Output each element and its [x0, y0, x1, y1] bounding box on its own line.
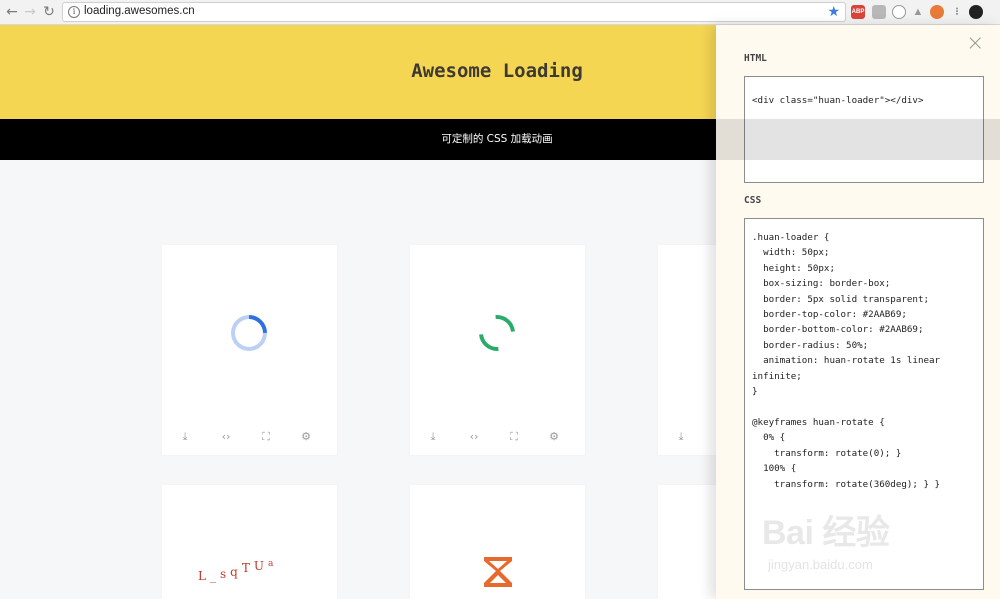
watermark-logo-text: Bai 经验	[762, 514, 890, 552]
blue-ring-spinner	[223, 307, 275, 359]
extension-circle-icon[interactable]	[892, 5, 906, 19]
download-icon[interactable]: ⤓	[425, 429, 441, 445]
forward-icon[interactable]: →	[22, 3, 38, 21]
address-bar[interactable]: i loading.awesomes.cn ★	[62, 2, 846, 22]
html-label: HTML	[744, 53, 767, 64]
settings-icon[interactable]: ⚙	[298, 429, 314, 445]
extension-orange-icon[interactable]	[930, 5, 944, 19]
download-icon[interactable]: ⤓	[673, 429, 689, 445]
panel-shade-band	[716, 119, 1000, 160]
css-label: CSS	[744, 195, 762, 206]
adblock-plus-icon[interactable]: ABP	[851, 5, 865, 19]
url-text[interactable]: loading.awesomes.cn	[84, 5, 195, 17]
loader-card[interactable]: L_sqTUa	[162, 485, 337, 599]
loader-card[interactable]	[410, 485, 585, 599]
hourglass-loader-icon	[484, 557, 512, 587]
fullscreen-icon[interactable]: ⛶	[506, 429, 522, 445]
code-icon[interactable]: ‹›	[466, 429, 482, 445]
loader-card[interactable]: ⤓ ‹› ⛶ ⚙	[162, 245, 337, 455]
download-icon[interactable]: ⤓	[177, 429, 193, 445]
info-icon[interactable]: i	[68, 6, 80, 18]
fullscreen-icon[interactable]: ⛶	[258, 429, 274, 445]
extension-dark-icon[interactable]	[969, 5, 983, 19]
back-icon[interactable]: ←	[4, 3, 20, 21]
settings-icon[interactable]: ⚙	[546, 429, 562, 445]
card-toolbar: ⤓ ‹› ⛶ ⚙	[410, 429, 585, 445]
extension-dots-icon[interactable]: ⁝	[950, 5, 964, 19]
card-toolbar: ⤓ ‹› ⛶ ⚙	[162, 429, 337, 445]
browser-toolbar: ← → ↻ i loading.awesomes.cn ★ ABP ▲ ⁝	[0, 0, 1000, 25]
bookmark-star-icon[interactable]: ★	[827, 4, 840, 20]
reload-icon[interactable]: ↻	[41, 3, 57, 21]
text-loader: L_sqTUa	[198, 559, 278, 583]
close-icon[interactable]: ×	[966, 33, 984, 55]
loader-card[interactable]: ⤓ ‹› ⛶ ⚙	[410, 245, 585, 455]
baidu-jingyan-watermark: Bai 经验 jingyan.baidu.com	[762, 505, 952, 575]
extension-grey-icon[interactable]	[872, 5, 886, 19]
green-split-spinner	[471, 307, 523, 359]
code-icon[interactable]: ‹›	[218, 429, 234, 445]
extension-warning-icon[interactable]: ▲	[911, 5, 925, 19]
watermark-url: jingyan.baidu.com	[768, 557, 873, 572]
